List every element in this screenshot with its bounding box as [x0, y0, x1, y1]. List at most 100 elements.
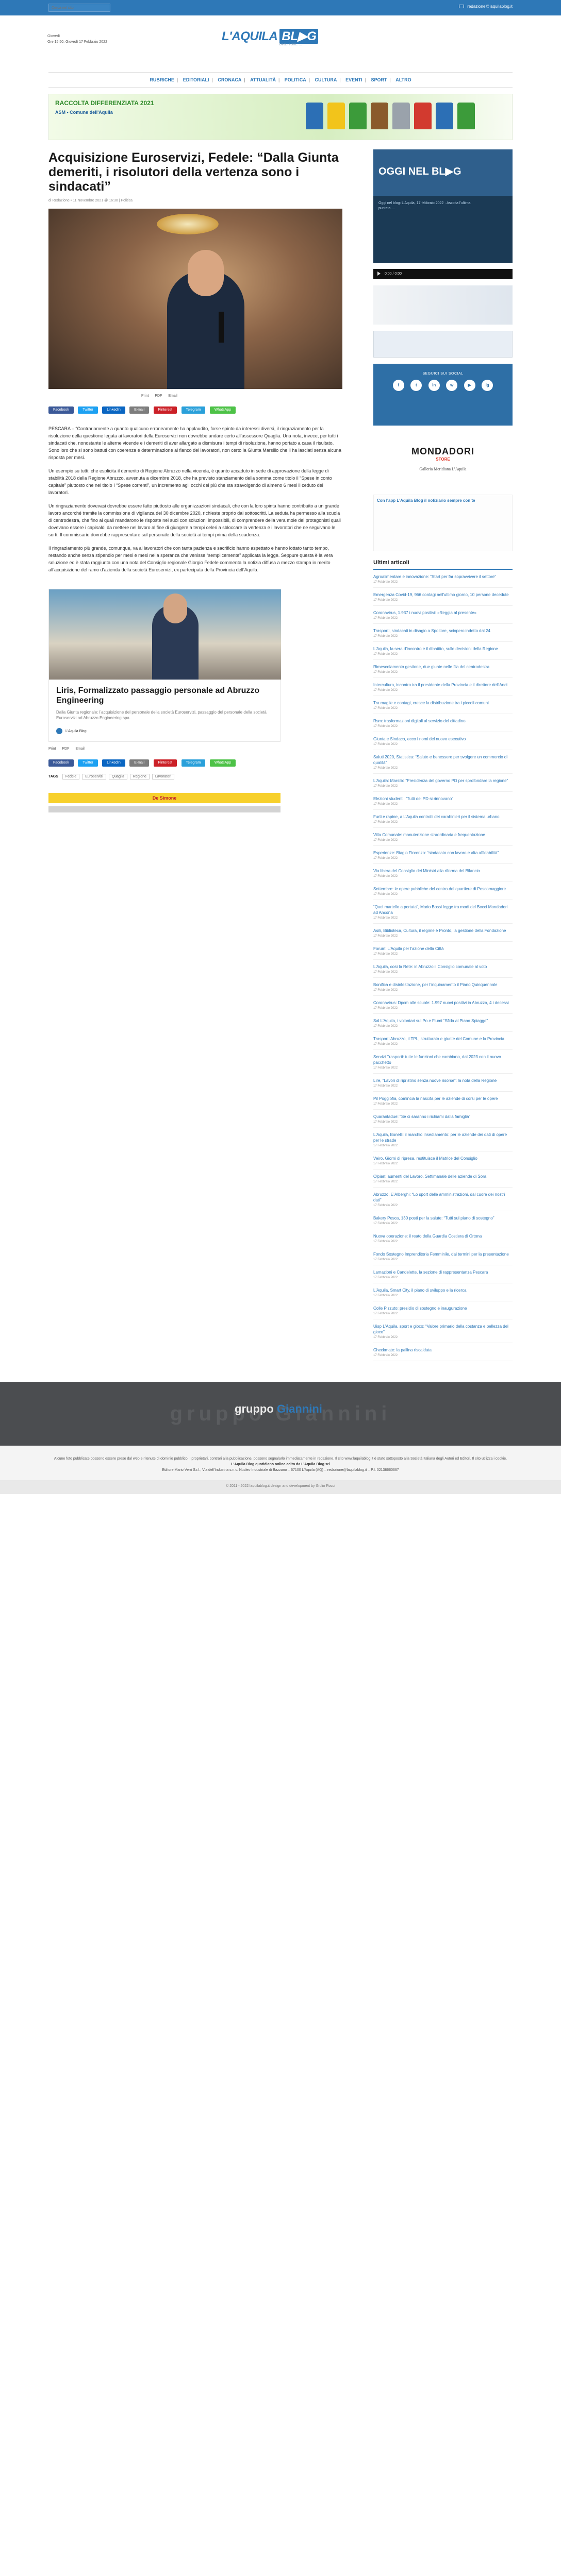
mondadori-ad[interactable]: MONDADORI STORE Galleria Meridiana L’Aqu… — [373, 432, 513, 488]
nav-cronaca[interactable]: CRONACA — [215, 73, 244, 87]
share-email-button[interactable]: E-mail — [129, 406, 150, 414]
latest-article-title[interactable]: Lamazioni e Candelette, la sezione di ra… — [373, 1269, 513, 1275]
latest-article-title[interactable]: Emergenza Covid-19, 966 contagi nell'ult… — [373, 592, 513, 598]
facebook-icon[interactable]: f — [392, 380, 404, 391]
latest-article-item[interactable]: Elezioni studenti: “Tutti del PD si rinn… — [373, 792, 513, 810]
top-banner-ad[interactable]: RACCOLTA DIFFERENZIATA 2021 ASM • Comune… — [48, 94, 513, 140]
nav-politica[interactable]: POLITICA — [282, 73, 309, 87]
whatsapp-icon[interactable]: w — [446, 380, 458, 391]
latest-article-title[interactable]: Trasporti, sindacati in disagio a Spolto… — [373, 628, 513, 634]
share-linkedin-button[interactable]: LinkedIn — [102, 406, 125, 414]
latest-article-title[interactable]: Giunta e Sindaco, ecco i nomi del nuovo … — [373, 736, 513, 742]
latest-article-item[interactable]: Lire, “Lavori di ripristino senza nuove … — [373, 1074, 513, 1092]
latest-article-item[interactable]: Nuova operazione: il reato della Guardia… — [373, 1229, 513, 1247]
latest-article-title[interactable]: L'Aquila, la sera d’incontro e il dibatt… — [373, 646, 513, 652]
latest-article-item[interactable]: Trasporti Abruzzo, il TPL, strutturato e… — [373, 1032, 513, 1050]
latest-article-title[interactable]: L'Aquila: Marsilio “Presidenza del gover… — [373, 778, 513, 784]
latest-article-item[interactable]: Giunta e Sindaco, ecco i nomi del nuovo … — [373, 732, 513, 750]
latest-article-item[interactable]: Fondo Sostegno Imprenditoria Femminile, … — [373, 1247, 513, 1265]
linkedin-icon[interactable]: in — [428, 380, 440, 391]
tag[interactable]: Regione — [129, 774, 150, 779]
related-article-card[interactable]: Liris, Formalizzato passaggio personale … — [48, 589, 281, 742]
share-pinterest-button[interactable]: Pinterest — [153, 759, 177, 767]
pdf-button[interactable]: PDF — [155, 394, 162, 398]
latest-article-item[interactable]: Lamazioni e Candelette, la sezione di ra… — [373, 1265, 513, 1283]
latest-article-item[interactable]: L'Aquila, così la Rete: in Abruzzo il Co… — [373, 960, 513, 978]
latest-article-item[interactable]: Villa Comunale: manutenzione straordinar… — [373, 828, 513, 846]
share-linkedin-button[interactable]: LinkedIn — [102, 759, 125, 767]
latest-article-title[interactable]: Olpian: aumenti del Lavoro, Settimanale … — [373, 1174, 513, 1179]
email-button[interactable]: Email — [168, 394, 177, 398]
latest-article-title[interactable]: Bakery Pesca, 130 posti per la salute: “… — [373, 1215, 513, 1221]
nav-sport[interactable]: SPORT — [368, 73, 389, 87]
email-button[interactable]: Email — [75, 747, 85, 751]
share-email-button[interactable]: E-mail — [129, 759, 150, 767]
latest-article-title[interactable]: Abruzzo, E’Alberghi: “Lo sport delle amm… — [373, 1192, 513, 1203]
latest-article-title[interactable]: Elezioni studenti: “Tutti del PD si rinn… — [373, 796, 513, 802]
share-telegram-button[interactable]: Telegram — [181, 759, 206, 767]
latest-article-item[interactable]: L'Aquila: Marsilio “Presidenza del gover… — [373, 774, 513, 792]
latest-article-item[interactable]: Asili, Biblioteca, Cultura, il regime è … — [373, 924, 513, 942]
latest-article-title[interactable]: Agroalimentare e innovazione: “Start per… — [373, 574, 513, 580]
related-article-title[interactable]: Liris, Formalizzato passaggio personale … — [56, 686, 273, 705]
latest-article-item[interactable]: Emergenza Covid-19, 966 contagi nell'ult… — [373, 588, 513, 606]
latest-article-item[interactable]: Abruzzo, E’Alberghi: “Lo sport delle amm… — [373, 1188, 513, 1211]
latest-article-item[interactable]: Saluti 2020, Statistica: “Salute e benes… — [373, 750, 513, 774]
latest-article-title[interactable]: Sal L'Aquila, i volontari sul Po e Fiumi… — [373, 1018, 513, 1024]
latest-article-item[interactable]: L'Aquila, Bonelli: il marchio insediamen… — [373, 1128, 513, 1151]
latest-article-item[interactable]: Servizi Trasporti: tutte le funzioni che… — [373, 1050, 513, 1074]
latest-article-title[interactable]: Esperienze: Biagio Fiorenzo: “sindacato … — [373, 850, 513, 856]
latest-article-title[interactable]: L'Aquila, Smart City, il piano di svilup… — [373, 1287, 513, 1293]
share-pinterest-button[interactable]: Pinterest — [153, 406, 177, 414]
share-whatsapp-button[interactable]: WhatsApp — [209, 406, 236, 414]
tag[interactable]: Quaglia — [108, 774, 127, 779]
tag[interactable]: Fedele — [62, 774, 80, 779]
audio-player[interactable]: 0:00 / 0:00 — [373, 269, 513, 279]
latest-article-title[interactable]: Settembre: le opere pubbliche del centro… — [373, 886, 513, 892]
latest-article-title[interactable]: Lire, “Lavori di ripristino senza nuove … — [373, 1078, 513, 1083]
latest-article-title[interactable]: L'Aquila, così la Rete: in Abruzzo il Co… — [373, 964, 513, 970]
latest-article-title[interactable]: Intercultura, incontro tra il presidente… — [373, 682, 513, 688]
latest-article-item[interactable]: “Quel martello a portata”, Mario Bossi l… — [373, 900, 513, 924]
tag[interactable]: Lavoratori — [152, 774, 175, 779]
latest-article-item[interactable]: Checkmate: la pallina riscaldata 17 Febbr… — [373, 1343, 513, 1361]
nav-altro[interactable]: ALTRO — [393, 73, 414, 87]
footer-logo[interactable]: gruppo Giannini — [235, 1402, 322, 1416]
latest-article-item[interactable]: Quarantadue: “Se ci saranno i richiami d… — [373, 1110, 513, 1128]
latest-article-item[interactable]: Olpian: aumenti del Lavoro, Settimanale … — [373, 1170, 513, 1188]
latest-article-item[interactable]: Bakery Pesca, 130 posti per la salute: “… — [373, 1211, 513, 1229]
latest-article-title[interactable]: Via libera del Consiglio dei Ministri al… — [373, 868, 513, 874]
latest-article-title[interactable]: Trasporti Abruzzo, il TPL, strutturato e… — [373, 1036, 513, 1042]
tag[interactable]: Euroservizi — [82, 774, 106, 779]
latest-article-title[interactable]: Coronavirus, 1.937 i nuovi positivi: «Re… — [373, 610, 513, 616]
latest-article-title[interactable]: Saluti 2020, Statistica: “Salute e benes… — [373, 754, 513, 766]
latest-article-item[interactable]: Rsm: trasformazioni digitali al servizio… — [373, 714, 513, 732]
youtube-icon[interactable]: ▶ — [464, 380, 475, 391]
latest-article-title[interactable]: Asili, Biblioteca, Cultura, il regime è … — [373, 928, 513, 934]
latest-article-item[interactable]: Veiro, Giorni di ripresa, restituisce il… — [373, 1151, 513, 1170]
nav-cultura[interactable]: CULTURA — [312, 73, 340, 87]
latest-article-item[interactable]: Coronavirus, 1.937 i nuovi positivi: «Re… — [373, 606, 513, 624]
latest-article-item[interactable]: Uisp L'Aquila, sport e gioco: “Valore pr… — [373, 1319, 513, 1343]
latest-article-item[interactable]: Trasporti, sindacati in disagio a Spolto… — [373, 624, 513, 642]
latest-article-item[interactable]: Forum: L'Aquila per l'azione della Città… — [373, 942, 513, 960]
latest-article-title[interactable]: Uisp L'Aquila, sport e gioco: “Valore pr… — [373, 1324, 513, 1335]
share-twitter-button[interactable]: Twitter — [78, 406, 98, 414]
latest-article-item[interactable]: L'Aquila, la sera d’incontro e il dibatt… — [373, 642, 513, 660]
latest-article-title[interactable]: Checkmate: la pallina riscaldata — [373, 1347, 513, 1353]
latest-article-title[interactable]: Furti e rapine, a L’Aquila controlli dei… — [373, 814, 513, 820]
latest-article-title[interactable]: Rimescolamento gestione, due giunte nell… — [373, 664, 513, 670]
latest-article-item[interactable]: Bonifica e disinfestazione, per l’inquin… — [373, 978, 513, 996]
share-facebook-button[interactable]: Facebook — [48, 759, 74, 767]
pdf-button[interactable]: PDF — [62, 747, 69, 751]
latest-article-title[interactable]: Nuova operazione: il reato della Guardia… — [373, 1233, 513, 1239]
latest-article-title[interactable]: Fondo Sostegno Imprenditoria Femminile, … — [373, 1251, 513, 1257]
nav-rubriche[interactable]: RUBRICHE — [147, 73, 177, 87]
nav-eventi[interactable]: EVENTI — [343, 73, 365, 87]
app-banner[interactable]: Con l'app L'Aquila Blog il notiziario se… — [373, 495, 513, 551]
latest-article-title[interactable]: Tra maglie e contagi, cresce la distribu… — [373, 700, 513, 706]
latest-article-item[interactable]: Via libera del Consiglio dei Ministri al… — [373, 864, 513, 882]
instagram-icon[interactable]: ig — [482, 380, 493, 391]
latest-article-title[interactable]: Pil Poggiofia, comincia la nascita per l… — [373, 1096, 513, 1101]
latest-article-item[interactable]: Tra maglie e contagi, cresce la distribu… — [373, 696, 513, 714]
